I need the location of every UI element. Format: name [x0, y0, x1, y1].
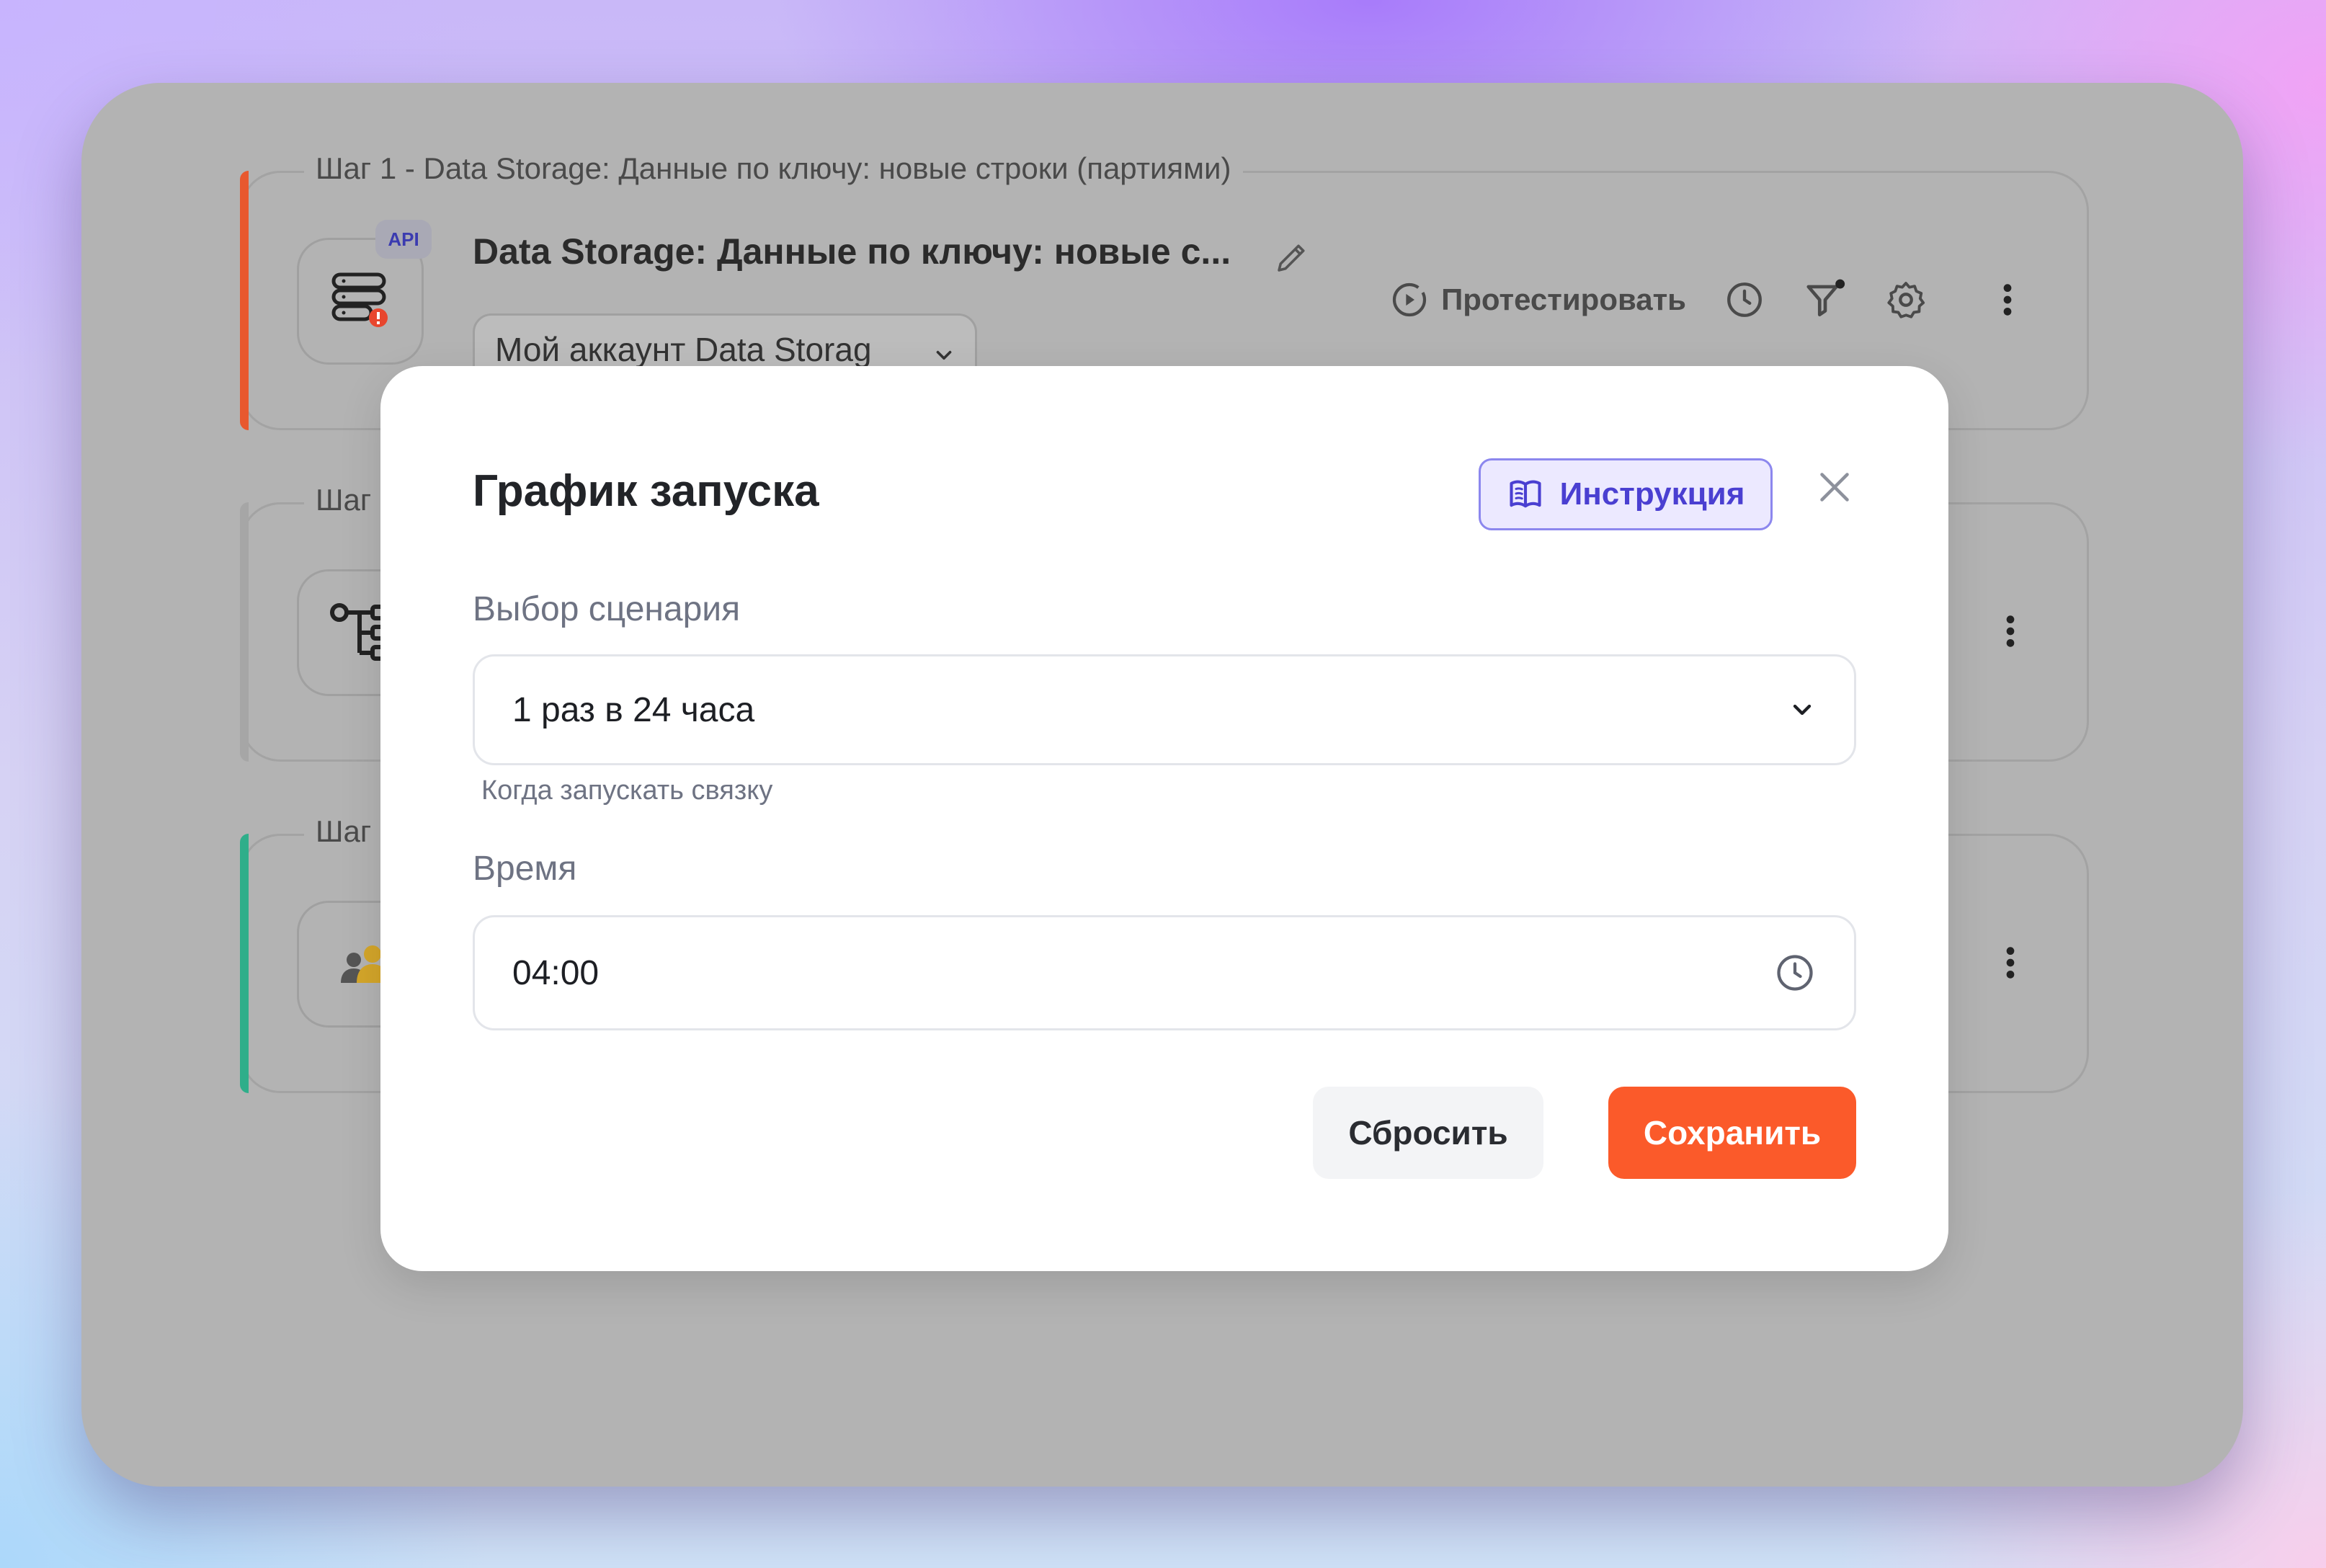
test-button[interactable]: Протестировать — [1389, 280, 1686, 320]
test-button-label: Протестировать — [1441, 282, 1686, 316]
scenario-select-value: 1 раз в 24 часа — [512, 690, 755, 729]
database-icon — [331, 272, 388, 327]
clock-icon[interactable] — [1724, 279, 1765, 321]
scenario-select[interactable]: 1 раз в 24 часа — [473, 654, 1856, 765]
time-input-value: 04:00 — [512, 953, 600, 992]
scenario-label: Выбор сценария — [473, 590, 741, 628]
filter-icon[interactable] — [1803, 277, 1848, 322]
book-icon — [1510, 480, 1541, 508]
gear-icon[interactable] — [1885, 279, 1927, 321]
clock-icon[interactable] — [1773, 951, 1817, 994]
time-label: Время — [473, 850, 577, 888]
reset-button[interactable]: Сбросить — [1313, 1087, 1543, 1179]
api-badge: API — [375, 220, 432, 259]
step-title: Data Storage: Данные по ключу: новые с..… — [473, 231, 1231, 272]
step-legend: Шаг 1 - Data Storage: Данные по ключу: н… — [304, 151, 1243, 186]
kebab-icon[interactable] — [1993, 280, 2022, 320]
pencil-icon[interactable] — [1273, 238, 1311, 277]
step-accent-bar — [240, 502, 249, 762]
instruction-button-label: Инструкция — [1559, 476, 1745, 512]
schedule-modal: График запуска Инструкция Выбор сценария… — [380, 366, 1948, 1271]
kebab-icon[interactable] — [1996, 943, 2025, 983]
save-button[interactable]: Сохранить — [1608, 1087, 1856, 1179]
instruction-button[interactable]: Инструкция — [1479, 458, 1773, 530]
close-icon[interactable] — [1813, 466, 1856, 509]
step-actions: Протестировать — [1389, 277, 2022, 322]
kebab-icon[interactable] — [1996, 611, 2025, 651]
scenario-hint: Когда запускать связку — [481, 775, 773, 806]
step-accent-bar — [240, 171, 249, 430]
step-accent-bar — [240, 834, 249, 1093]
modal-title: График запуска — [473, 466, 819, 516]
play-circle-icon — [1392, 282, 1427, 317]
chevron-down-icon — [936, 350, 952, 360]
account-select-value: Мой аккаунт Data Storag — [495, 331, 872, 368]
time-input[interactable]: 04:00 — [473, 915, 1856, 1030]
chevron-down-icon — [1793, 704, 1812, 716]
